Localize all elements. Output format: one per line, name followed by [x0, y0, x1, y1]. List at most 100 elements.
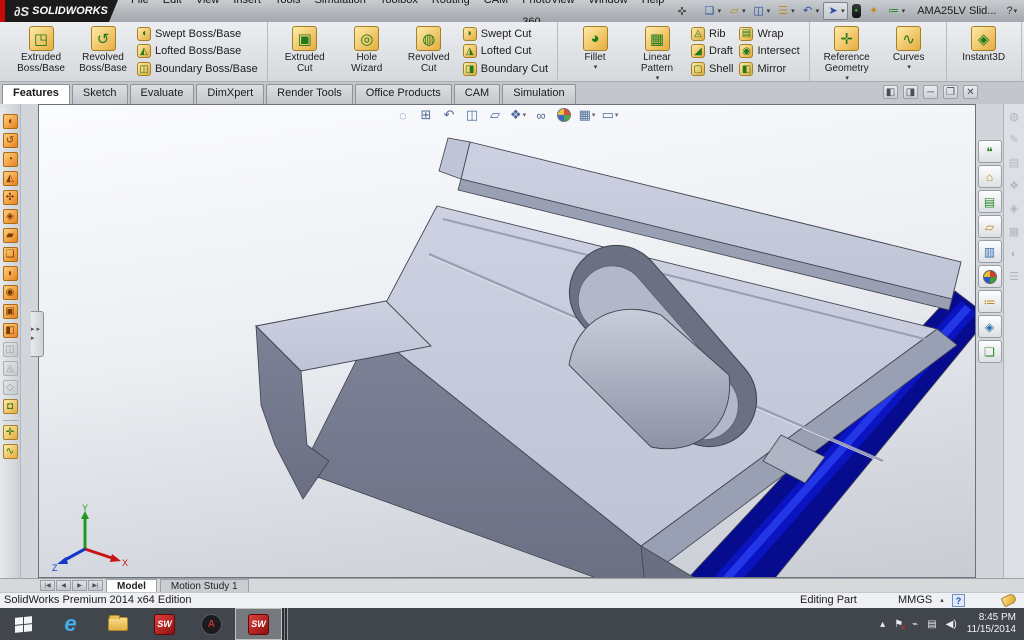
start-button[interactable] [0, 608, 47, 640]
wrap-button[interactable]: ▤Wrap [739, 25, 799, 42]
reference-geometry-button[interactable]: ✛ReferenceGeometry▾ [816, 23, 878, 80]
view-orientation-button[interactable]: ❖▾ [509, 106, 527, 124]
new-document-button[interactable]: ❏▾ [701, 3, 724, 19]
annotation-view-button[interactable]: ▱ [486, 106, 504, 124]
pane-collapsed-icon-2[interactable]: ✎ [1009, 133, 1018, 146]
tab-dimxpert[interactable]: DimXpert [196, 84, 264, 104]
pane-collapsed-icon-3[interactable]: ▤ [1009, 156, 1019, 169]
display-style-button[interactable]: ∞ [532, 106, 550, 124]
tab-features[interactable]: Features [2, 84, 70, 104]
doc-minimize-button[interactable]: ─ [923, 85, 938, 99]
rib-button[interactable]: ◬Rib [691, 25, 733, 42]
shell-tool-icon[interactable]: ◘ [3, 399, 18, 414]
help-button[interactable]: ?▾ [1006, 5, 1017, 17]
tab-model[interactable]: Model [106, 579, 157, 592]
model-tab-nav-4[interactable]: ▶| [88, 580, 103, 591]
edit-appearance-button[interactable] [555, 106, 573, 124]
helix-icon[interactable]: ◔ [3, 152, 18, 167]
revolved-boss-base-button[interactable]: ↺RevolvedBoss/Base [72, 23, 134, 80]
lofted-cut-button[interactable]: ◮Lofted Cut [463, 43, 548, 60]
pattern-icon[interactable]: ✣ [3, 190, 18, 205]
taskbar-app-dark-circle[interactable]: A [188, 608, 235, 640]
surface-icon[interactable]: ▰ [3, 228, 18, 243]
swept-boss-base-button[interactable]: ◖Swept Boss/Base [137, 25, 258, 42]
document-preview-icon[interactable]: ❏ [978, 340, 1002, 363]
tray-chevron-icon[interactable]: ▴ [880, 619, 885, 630]
lofted-boss-base-button[interactable]: ◭Lofted Boss/Base [137, 43, 258, 60]
instant3d-button[interactable]: ◈Instant3D [953, 23, 1015, 80]
tab-motion-study-1[interactable]: Motion Study 1 [160, 579, 249, 592]
taskbar-solidworks[interactable]: SW [141, 608, 188, 640]
swept-icon[interactable]: ◖ [3, 114, 18, 129]
file-properties-button[interactable]: ≔▾ [885, 3, 908, 19]
design-library-home-icon[interactable]: ⌂ [978, 165, 1002, 188]
pane-collapsed-icon-8[interactable]: ☰ [1009, 270, 1019, 283]
tab-render-tools[interactable]: Render Tools [266, 84, 353, 104]
doc-close-button[interactable]: ✕ [963, 85, 978, 99]
boundary-boss-base-button[interactable]: ◫Boundary Boss/Base [137, 61, 258, 78]
model-tab-nav-2[interactable]: ◀ [56, 580, 71, 591]
revolved-cut-button[interactable]: ◍RevolvedCut [398, 23, 460, 80]
pane-collapsed-icon-1[interactable]: ◍ [1009, 110, 1019, 123]
file-explorer-icon[interactable]: ▱ [978, 215, 1002, 238]
doc-restore-button[interactable]: ❐ [943, 85, 958, 99]
intersect-button[interactable]: ◉Intersect [739, 43, 799, 60]
taskbar-solidworks-active[interactable]: SW [235, 608, 282, 640]
apply-scene-button[interactable]: ▦▾ [578, 106, 596, 124]
section-view-button[interactable]: ◫ [463, 106, 481, 124]
extruded-cut-button[interactable]: ▣ExtrudedCut [274, 23, 336, 80]
graphics-viewport[interactable]: Y X Z ◌⊞↶◫▱❖▾∞▦▾▭▾ [38, 104, 976, 578]
tab-office-products[interactable]: Office Products [355, 84, 452, 104]
swept-cut-button[interactable]: ◗Swept Cut [463, 25, 548, 42]
status-help-icon[interactable]: ? [952, 594, 965, 607]
curves-icon[interactable]: ∿ [3, 444, 18, 459]
extruded-boss-base-button[interactable]: ◳ExtrudedBoss/Base [10, 23, 72, 80]
viewport-split-button-1[interactable]: ◧ [883, 85, 898, 99]
select-button[interactable]: ➤▾ [823, 2, 848, 20]
pane-collapsed-icon-6[interactable]: ▦ [1009, 225, 1019, 238]
tray-power-icon[interactable]: ⌁ [912, 619, 918, 630]
draft-button[interactable]: ◢Draft [691, 43, 733, 60]
design-library-icon[interactable]: ▤ [978, 190, 1002, 213]
tray-network-icon[interactable]: ▤ [927, 619, 936, 630]
pin-menu-icon[interactable]: ✜ [671, 5, 692, 18]
status-tag-icon[interactable] [1001, 593, 1018, 608]
tab-simulation[interactable]: Simulation [502, 84, 575, 104]
viewport-split-button-2[interactable]: ◨ [903, 85, 918, 99]
taskbar-file-explorer[interactable] [94, 608, 141, 640]
model-tab-nav-1[interactable]: |◀ [40, 580, 55, 591]
solidworks-resources-icon[interactable]: ❝ [978, 140, 1002, 163]
zoom-to-fit-button[interactable]: ◌ [394, 106, 412, 124]
rebuild-button[interactable]: ● [850, 3, 863, 19]
boundary-cut-button[interactable]: ◨Boundary Cut [463, 61, 548, 78]
loft-icon[interactable]: ◭ [3, 171, 18, 186]
box-feature-icon[interactable]: ▣ [3, 304, 18, 319]
plane-icon[interactable]: ◈ [3, 209, 18, 224]
hole-wizard-button[interactable]: ◎HoleWizard [336, 23, 398, 80]
tab-sketch[interactable]: Sketch [72, 84, 128, 104]
bend-icon[interactable]: ◗ [3, 266, 18, 281]
pane-collapsed-icon-4[interactable]: ❖ [1009, 179, 1019, 192]
reference-geometry-icon[interactable]: ✛ [3, 425, 18, 440]
view-settings-button[interactable]: ▭▾ [601, 106, 619, 124]
pane-collapsed-icon-5[interactable]: ◈ [1010, 202, 1018, 215]
options-button[interactable]: ✦ [865, 3, 883, 19]
toolbar-grip[interactable]: · · · · [0, 105, 20, 110]
delete-face-icon[interactable]: ◉ [3, 285, 18, 300]
custom-properties-icon[interactable]: ≔ [978, 290, 1002, 313]
drive-works-icon[interactable]: ◈ [978, 315, 1002, 338]
taskbar-internet-explorer[interactable]: e [47, 608, 94, 640]
taskbar-clock[interactable]: 8:45 PM 11/15/2014 [967, 612, 1016, 636]
pane-collapsed-icon-7[interactable]: ◐ [1011, 248, 1018, 260]
open-button[interactable]: ▱▾ [725, 3, 748, 19]
tray-volume-icon[interactable]: ◀) [946, 619, 957, 630]
curves-button[interactable]: ∿Curves▾ [878, 23, 940, 80]
linear-pattern-button[interactable]: ▦LinearPattern▾ [626, 23, 688, 80]
appearances-scenes-icon[interactable] [978, 265, 1002, 288]
revolve-icon[interactable]: ↺ [3, 133, 18, 148]
tab-evaluate[interactable]: Evaluate [130, 84, 195, 104]
rib-tool-icon[interactable]: ◧ [3, 323, 18, 338]
units-selector[interactable]: MMGS ▴ [898, 594, 944, 606]
view-palette-icon[interactable]: ▥ [978, 240, 1002, 263]
base-flange-icon[interactable]: ❏ [3, 247, 18, 262]
